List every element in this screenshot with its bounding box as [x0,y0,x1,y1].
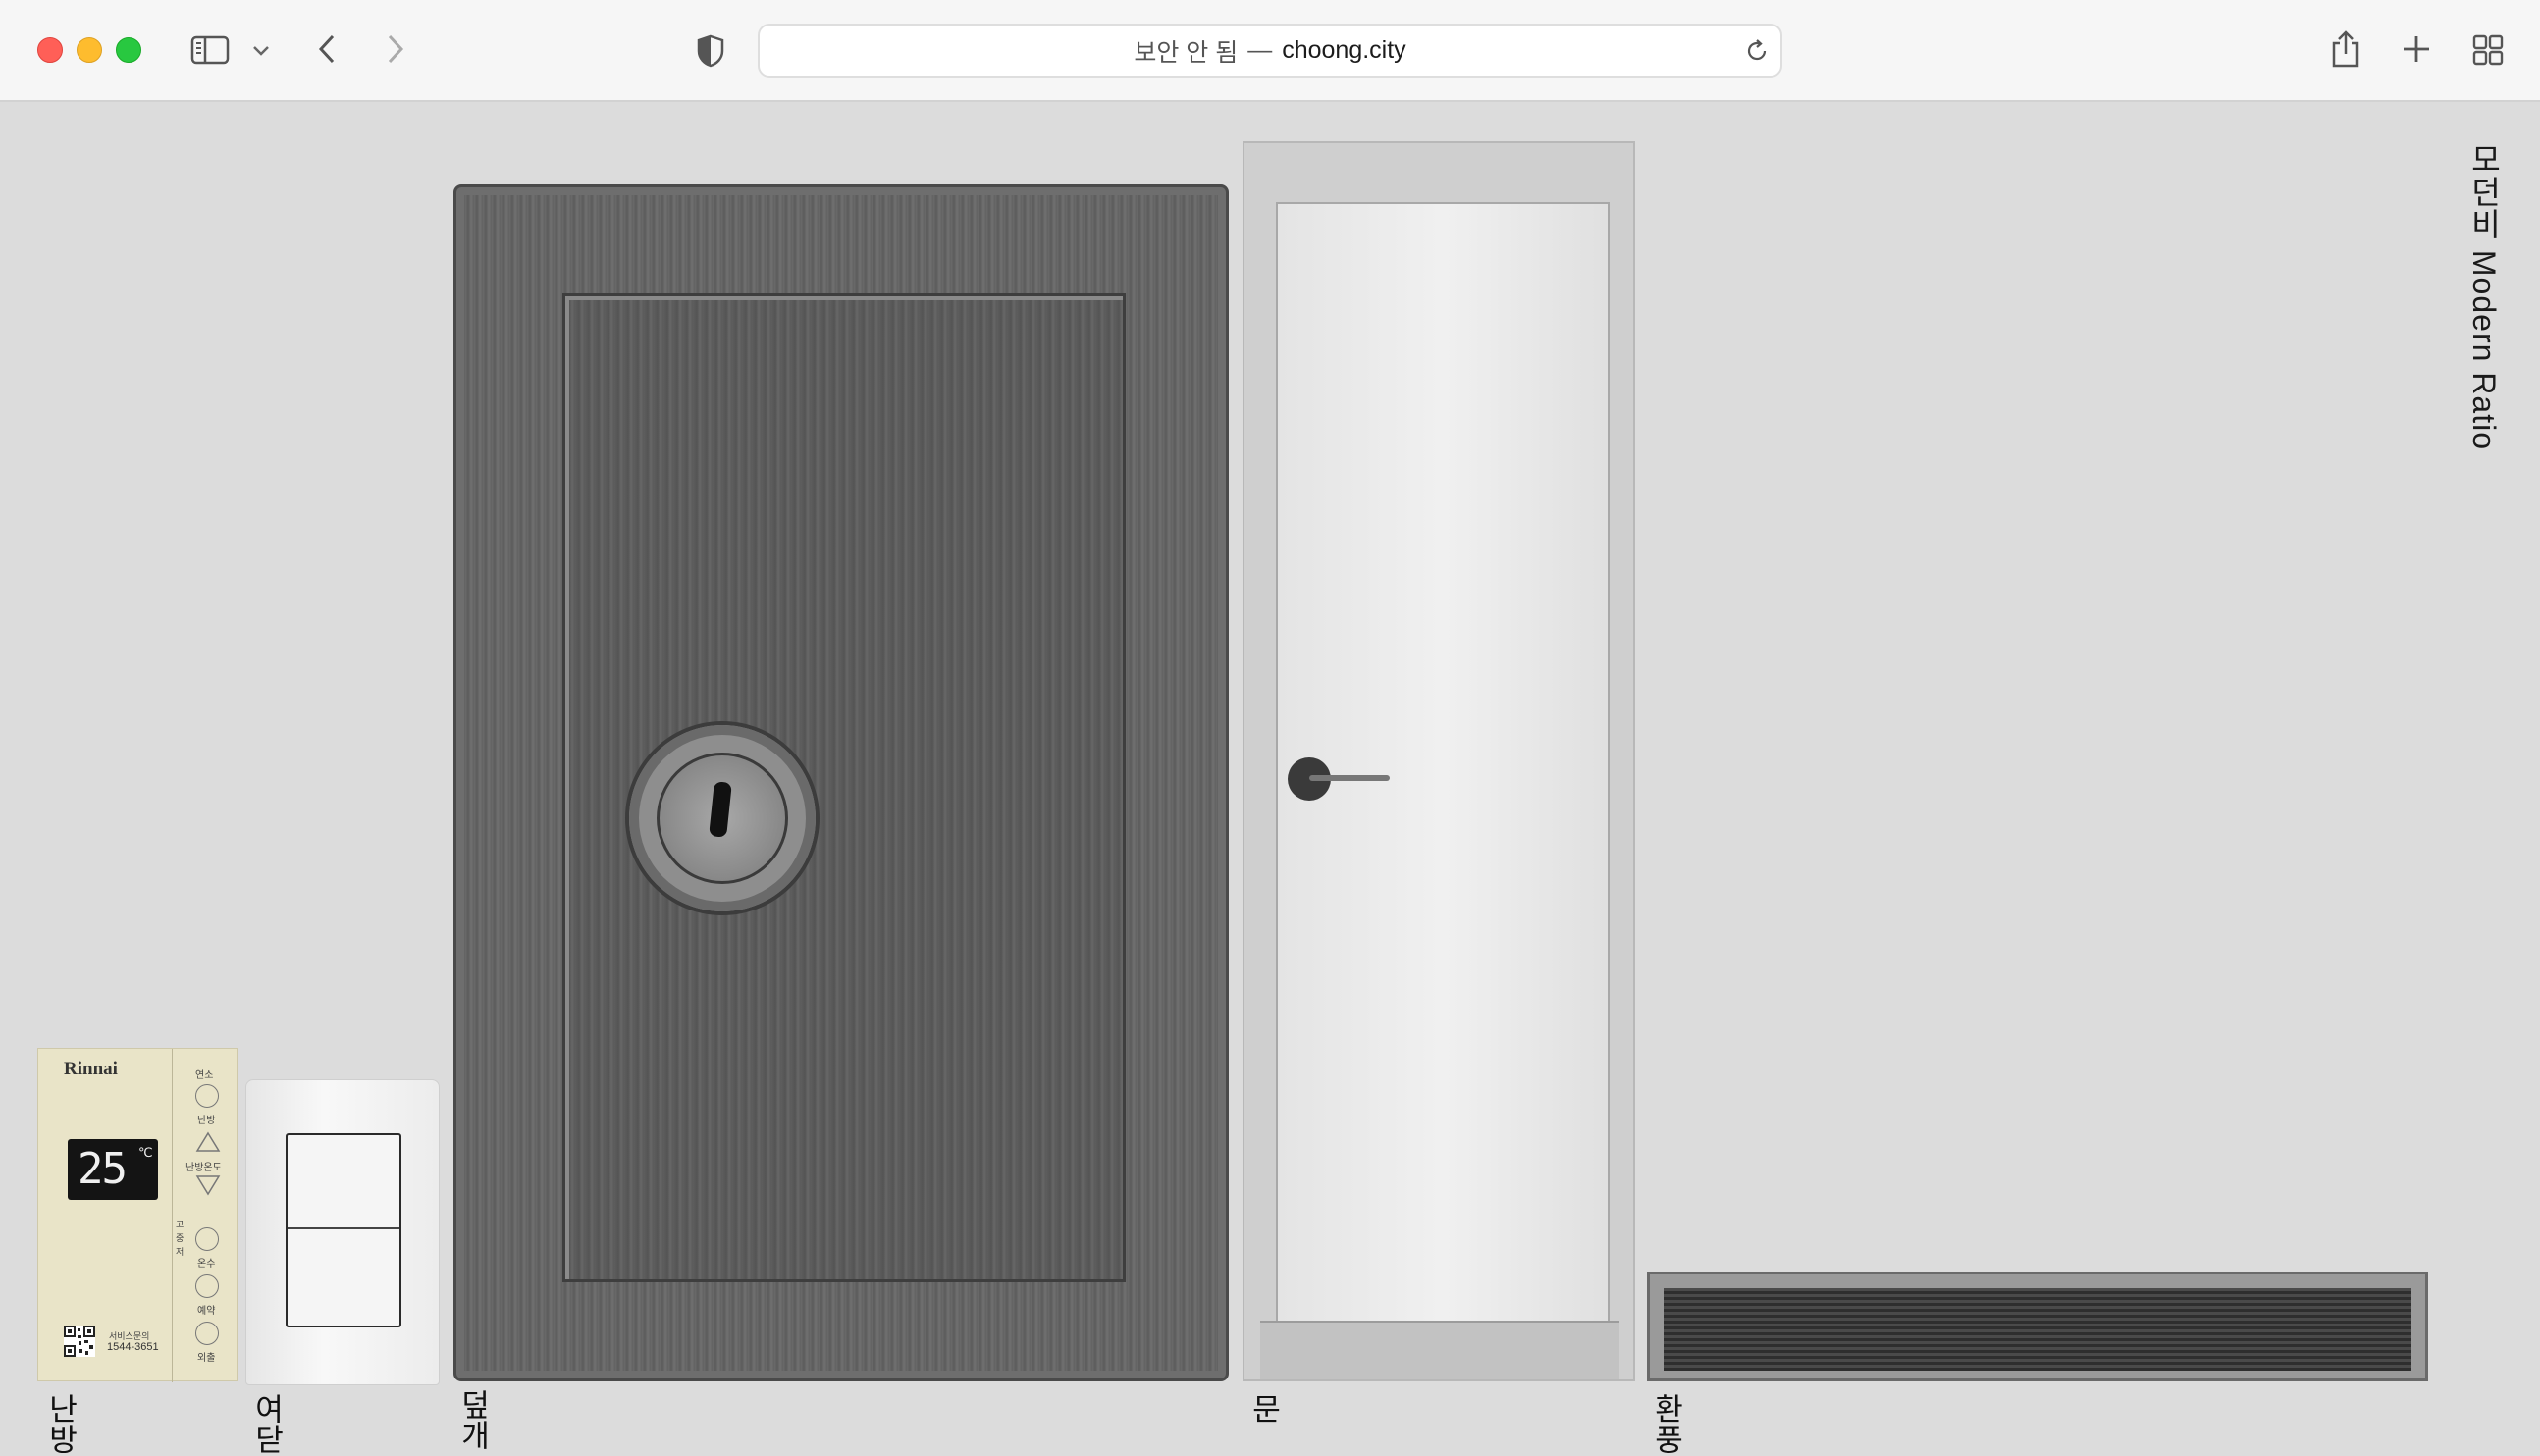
minimize-window-button[interactable] [77,37,102,63]
item-door[interactable]: 문 [1243,141,1637,1424]
item-thermostat[interactable]: Rinnai 25 ℃ 연소 난방 난방온도 고 중 저 온수 예약 외출 서비… [37,1048,238,1454]
item-caption-open-close: 여닫 [249,1393,284,1454]
item-vent[interactable]: 환풍 [1647,1272,2428,1454]
service-phone: 1544-3651 [107,1341,159,1353]
away-button-icon [195,1322,219,1345]
back-icon[interactable] [312,29,342,69]
label-medium: 중 [176,1233,185,1243]
combustion-indicator-icon [195,1084,219,1108]
reload-icon[interactable] [1743,37,1771,65]
door-threshold [1260,1321,1619,1379]
page-viewport: 모던비 Modern Ratio Rinnai 25 ℃ 연소 난방 난방온도 … [0,102,2540,1456]
item-caption-cover: 덮개 [455,1389,490,1450]
temperature-value: 25 [78,1144,128,1194]
zoom-window-button[interactable] [116,37,141,63]
security-label: 보안 안 됨 [1134,38,1239,67]
address-separator: — [1247,36,1273,64]
forward-icon[interactable] [381,29,410,69]
tab-overview-icon[interactable] [2471,33,2505,67]
thermostat-display: 25 ℃ [68,1139,158,1200]
label-away: 외출 [197,1353,216,1364]
temperature-unit: ℃ [138,1145,153,1160]
thermostat-brand: Rinnai [64,1059,118,1079]
item-access-panel[interactable]: 덮개 [453,184,1229,1450]
door-image [1243,141,1635,1381]
url-host: choong.city [1282,36,1406,64]
share-icon[interactable] [2328,27,2363,71]
label-heating-temperature: 난방온도 [185,1163,222,1173]
hot-water-button-icon [195,1227,219,1251]
door-lever [1309,775,1390,781]
sidebar-icon[interactable] [188,31,232,69]
thermostat-divider [172,1049,173,1382]
door-leaf [1276,202,1610,1325]
label-low: 저 [176,1247,185,1257]
chevron-down-icon[interactable] [249,39,273,63]
item-caption-ventilation: 환풍 [1649,1393,1683,1454]
shield-icon[interactable] [693,33,728,69]
vent-slats [1664,1288,2411,1371]
vent-image [1647,1272,2428,1381]
label-heating: 난방 [197,1116,216,1126]
light-switch-image [245,1079,440,1385]
new-tab-icon[interactable] [2401,33,2432,65]
qr-code-icon [64,1326,95,1357]
label-reservation: 예약 [197,1306,216,1317]
close-window-button[interactable] [37,37,63,63]
item-light-switch[interactable]: 여닫 [245,1079,440,1454]
site-title[interactable]: 모던비 Modern Ratio [2461,143,2507,450]
reservation-button-icon [195,1274,219,1298]
item-caption-heating: 난방 [43,1393,78,1454]
label-hot-water: 온수 [197,1259,216,1270]
label-combustion: 연소 [195,1070,214,1081]
lock-icon [629,725,816,911]
browser-toolbar: 보안 안 됨 — choong.city [0,0,2540,102]
temperature-down-icon [195,1174,221,1201]
switch-plate [286,1133,401,1327]
level-labels: 고 중 저 [176,1218,184,1259]
switch-divider [288,1227,399,1229]
address-bar[interactable]: 보안 안 됨 — choong.city [758,24,1782,78]
access-panel-image [453,184,1229,1381]
item-caption-door: 문 [1246,1393,1281,1424]
address-text: 보안 안 됨 — choong.city [760,26,1780,76]
label-high: 고 [176,1220,185,1229]
temperature-up-icon [195,1131,221,1158]
thermostat-image: Rinnai 25 ℃ 연소 난방 난방온도 고 중 저 온수 예약 외출 서비… [37,1048,238,1382]
